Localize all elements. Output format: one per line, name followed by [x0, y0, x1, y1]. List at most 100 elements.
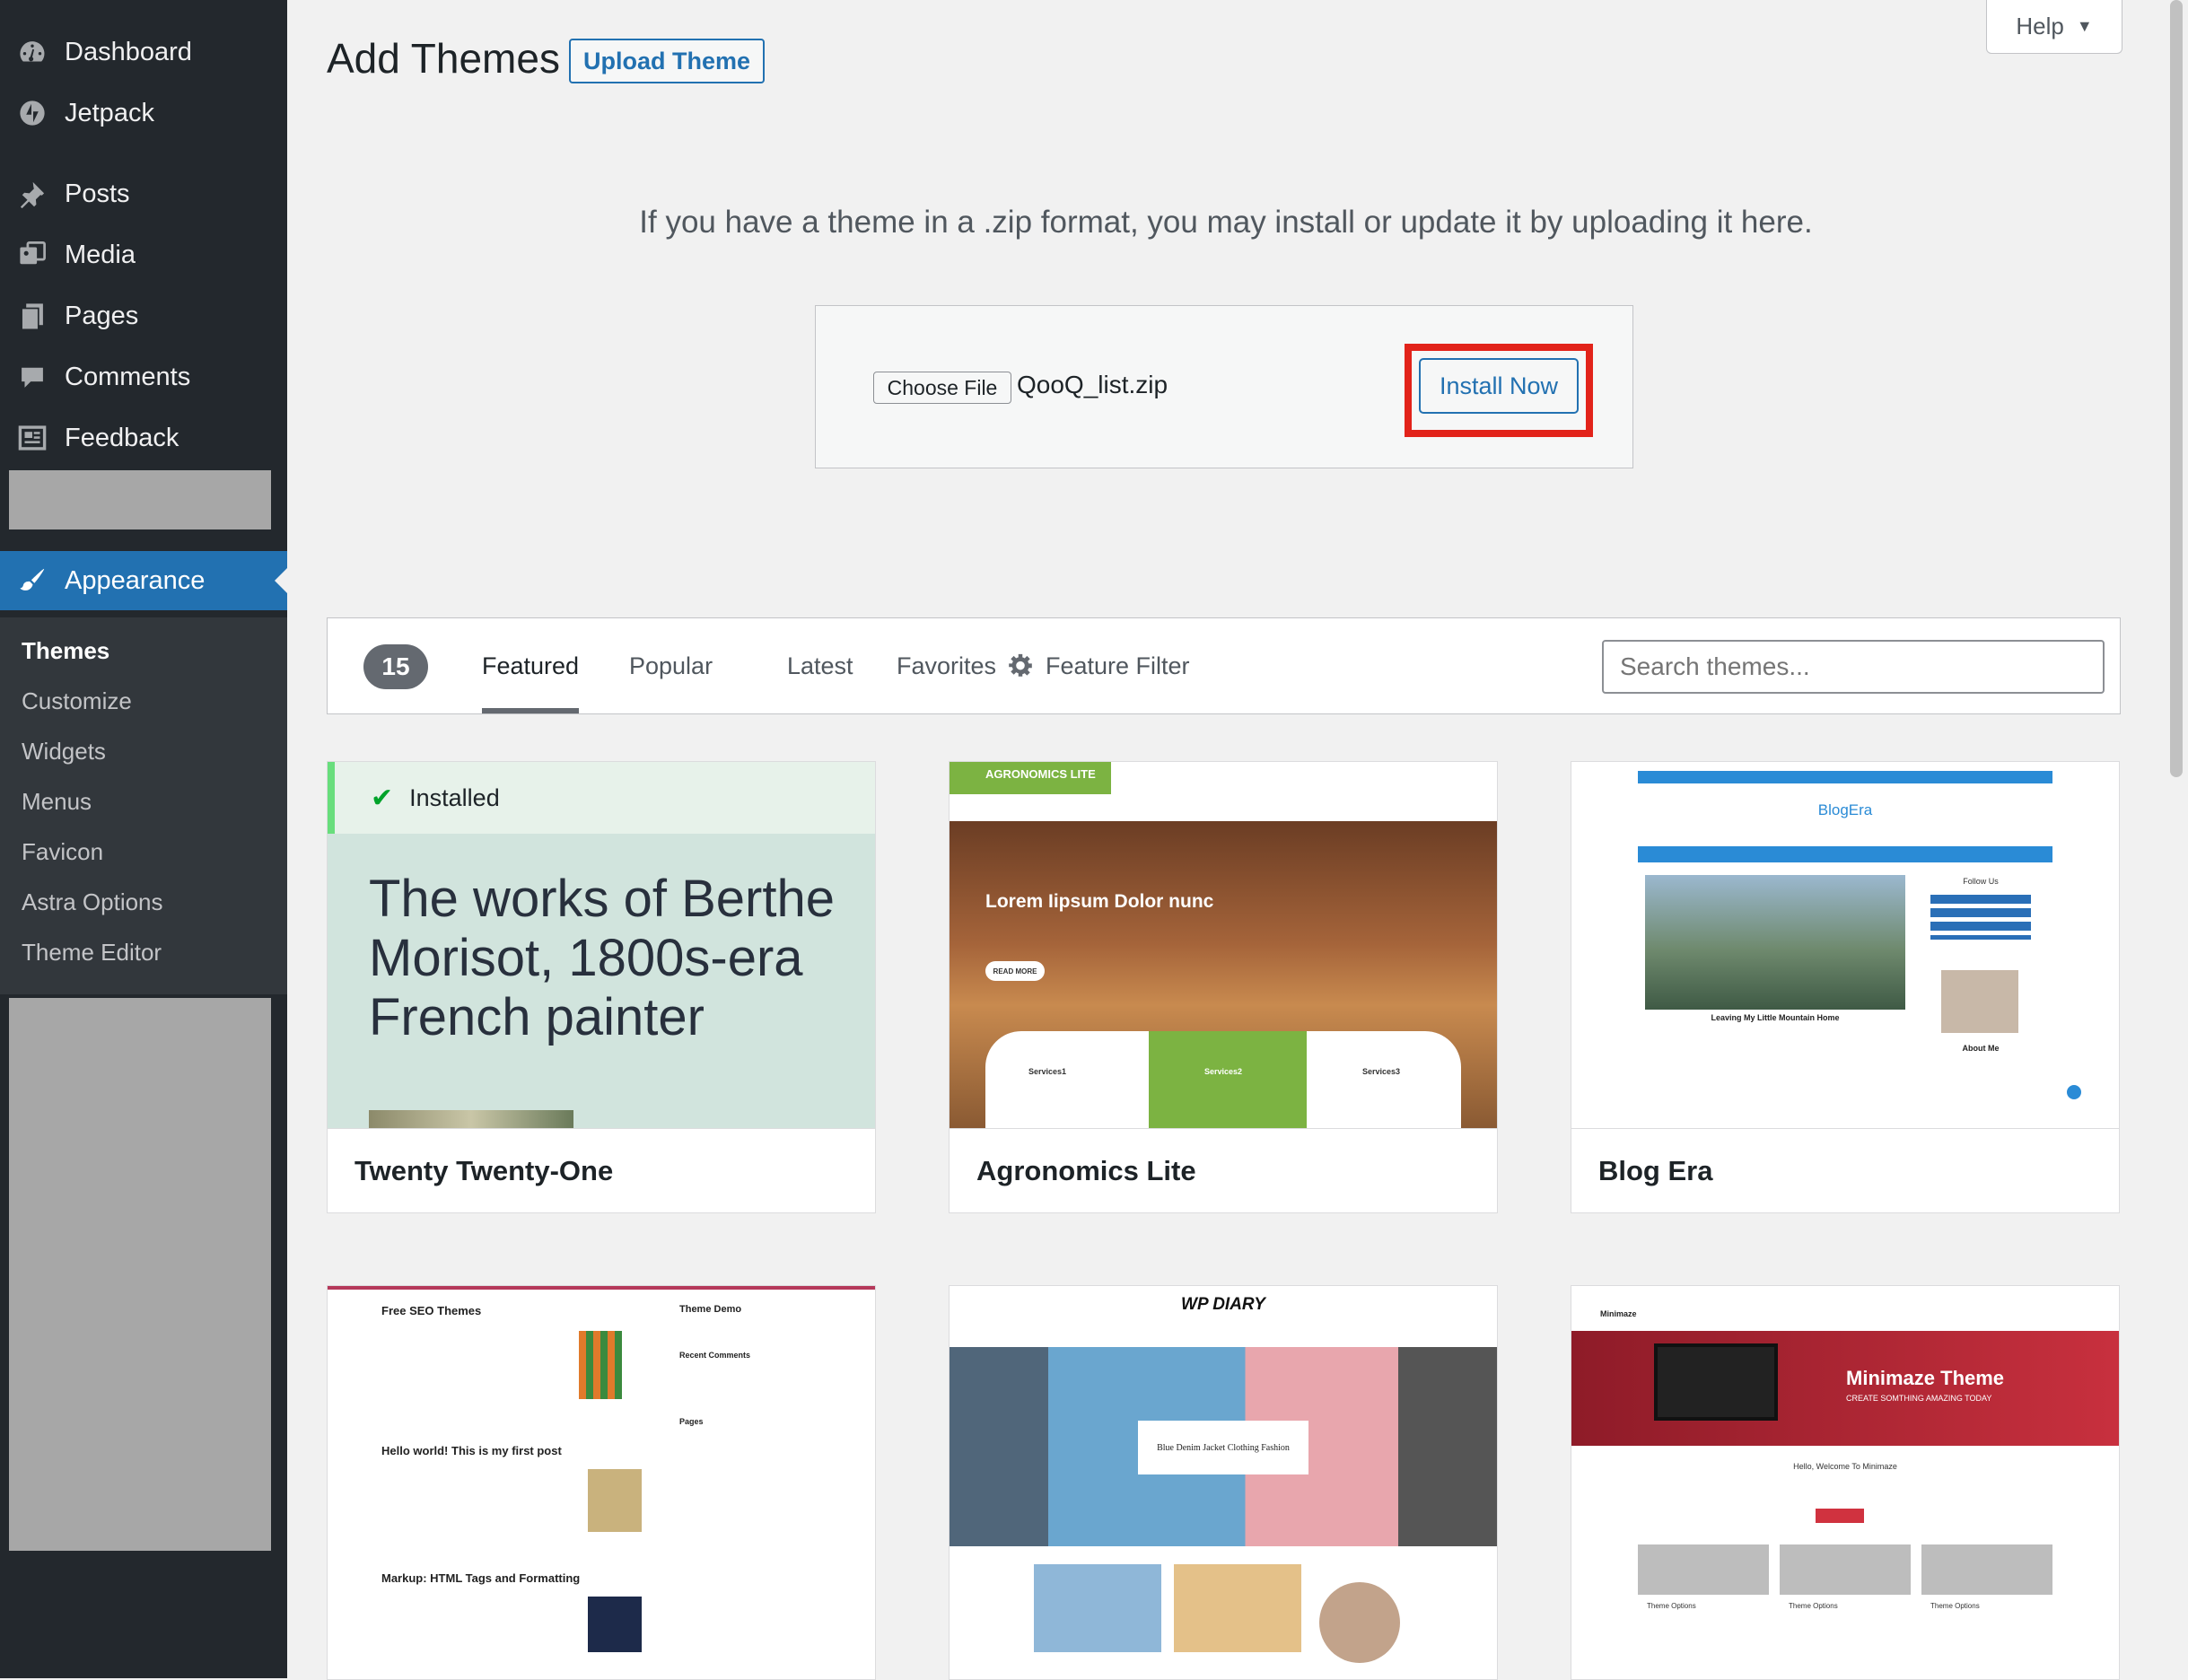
gear-icon[interactable] [1006, 651, 1035, 679]
sidebar-item-label: Appearance [65, 565, 206, 595]
theme-count-badge: 15 [363, 644, 428, 689]
search-themes-input[interactable] [1602, 640, 2105, 694]
install-now-button[interactable]: Install Now [1419, 358, 1579, 414]
theme-filter-bar: 15 Featured Popular Latest Favorites Fea… [327, 617, 2121, 714]
minimaze-hero-sub: CREATE SOMTHING AMAZING TODAY [1846, 1394, 1992, 1403]
redacted-block [9, 470, 271, 529]
caret-down-icon: ▼ [2076, 17, 2093, 35]
theme-card-wp-diary[interactable]: WP DIARY Blue Denim Jacket Clothing Fash… [949, 1285, 1498, 1680]
blogera-post-title: Leaving My Little Mountain Home [1711, 1013, 1840, 1022]
blogera-nav [1638, 846, 2052, 862]
tab-popular[interactable]: Popular [629, 652, 713, 680]
jetpack-icon [14, 95, 50, 131]
upload-description: If you have a theme in a .zip format, yo… [639, 205, 1813, 240]
agro-brand: AGRONOMICS LITE [950, 762, 1111, 794]
minimaze-option-image-3 [1921, 1544, 2052, 1595]
sidebar-item-posts[interactable]: Posts [0, 165, 287, 223]
blogera-post-image [1645, 875, 1905, 1010]
scrollbar-thumb[interactable] [2170, 0, 2183, 777]
theme-card-blog-era[interactable]: BlogEra Leaving My Little Mountain Home … [1571, 761, 2120, 1213]
theme-card-seo[interactable]: Free SEO Themes Hello world! This is my … [327, 1285, 876, 1680]
submenu-item-favicon[interactable]: Favicon [22, 838, 103, 866]
agro-read-more: READ MORE [985, 961, 1045, 981]
page-title: Add Themes [327, 35, 560, 82]
minimaze-option-2: Theme Options [1789, 1602, 1838, 1610]
choose-file-button[interactable]: Choose File [873, 372, 1011, 404]
sidebar-item-label: Feedback [65, 423, 179, 452]
painting-thumbnail [369, 1110, 573, 1128]
sidebar-item-comments[interactable]: Comments [0, 348, 287, 406]
seo-side-2: Recent Comments [679, 1351, 751, 1360]
comment-icon [14, 359, 50, 395]
minimaze-option-image-1 [1638, 1544, 1769, 1595]
seo-image-3 [588, 1597, 642, 1652]
upload-form: Choose File QooQ_list.zip Install Now [815, 305, 1633, 468]
help-label: Help [2016, 13, 2064, 39]
sidebar-item-feedback[interactable]: Feedback [0, 409, 287, 467]
feature-filter-button[interactable]: Feature Filter [1046, 652, 1190, 680]
minimaze-button [1816, 1509, 1864, 1523]
sidebar-item-dashboard[interactable]: Dashboard [0, 23, 287, 81]
upload-theme-button[interactable]: Upload Theme [569, 39, 765, 83]
seo-side-1: Theme Demo [679, 1304, 742, 1315]
submenu-item-menus[interactable]: Menus [22, 788, 92, 816]
theme-screenshot: BlogEra Leaving My Little Mountain Home … [1571, 762, 2119, 1128]
submenu-item-widgets[interactable]: Widgets [22, 738, 106, 766]
seo-side-3: Pages [679, 1417, 704, 1426]
sidebar-item-label: Pages [65, 301, 139, 330]
submenu-item-theme-editor[interactable]: Theme Editor [22, 939, 162, 967]
minimaze-option-1: Theme Options [1647, 1602, 1696, 1610]
tab-latest[interactable]: Latest [787, 652, 853, 680]
blogera-topbar [1638, 771, 2052, 783]
submenu-item-astra-options[interactable]: Astra Options [22, 888, 163, 916]
pages-icon [14, 298, 50, 334]
submenu-item-customize[interactable]: Customize [22, 687, 132, 715]
sidebar-item-label: Media [65, 240, 136, 269]
seo-post-1: Free SEO Themes [381, 1304, 482, 1317]
sidebar-item-media[interactable]: Media [0, 226, 287, 284]
seo-post-3: Markup: HTML Tags and Formatting [381, 1571, 581, 1585]
agro-service-highlight [1149, 1031, 1307, 1128]
minimaze-laptop [1654, 1343, 1778, 1421]
tab-favorites[interactable]: Favorites [897, 652, 996, 680]
theme-tagline: The works of Berthe Morisot, 1800s-era F… [369, 870, 835, 1046]
seo-image-2 [588, 1469, 642, 1532]
theme-screenshot: WP DIARY Blue Denim Jacket Clothing Fash… [950, 1286, 1497, 1679]
agro-service-2: Services2 [1204, 1067, 1243, 1076]
scroll-top-icon [2067, 1085, 2081, 1099]
blogera-about-me: About Me [1962, 1044, 2000, 1053]
blogera-follow-us: Follow Us [1963, 877, 1999, 886]
submenu-item-themes[interactable]: Themes [22, 637, 109, 665]
minimaze-option-image-2 [1780, 1544, 1911, 1595]
help-button[interactable]: Help ▼ [1986, 0, 2122, 54]
pin-icon [14, 176, 50, 212]
feedback-icon [14, 420, 50, 456]
sidebar-item-label: Comments [65, 362, 191, 391]
blogera-logo: BlogEra [1817, 801, 1873, 818]
sidebar-item-jetpack[interactable]: Jetpack [0, 84, 287, 142]
tab-featured[interactable]: Featured [482, 652, 579, 680]
blogera-social-buttons [1930, 895, 2031, 940]
installed-notice: ✔ Installed [328, 762, 875, 834]
wpdiary-logo: WP DIARY [1181, 1295, 1265, 1314]
selected-file-name: QooQ_list.zip [1017, 371, 1168, 398]
current-menu-arrow [275, 568, 287, 593]
main-content: Add Themes Upload Theme Help ▼ If you hav… [287, 0, 2165, 1680]
theme-card-minimaze[interactable]: Minimaze Minimaze Theme CREATE SOMTHING … [1571, 1285, 2120, 1680]
theme-card-agronomics-lite[interactable]: AGRONOMICS LITE Lorem Iipsum Dolor nunc … [949, 761, 1498, 1213]
theme-screenshot: Minimaze Minimaze Theme CREATE SOMTHING … [1571, 1286, 2119, 1679]
redacted-block [9, 998, 271, 1551]
agro-service-1: Services1 [1028, 1067, 1067, 1076]
sidebar-item-label: Dashboard [65, 37, 192, 66]
sidebar-item-appearance[interactable]: Appearance [0, 551, 287, 610]
theme-card-twenty-twenty-one[interactable]: ✔ Installed The works of Berthe Morisot,… [327, 761, 876, 1213]
theme-name: Agronomics Lite [950, 1128, 1497, 1212]
page-scrollbar[interactable] [2165, 0, 2188, 1678]
blogera-about-photo [1941, 970, 2018, 1033]
dashboard-icon [14, 34, 50, 70]
sidebar-item-pages[interactable]: Pages [0, 287, 287, 345]
minimaze-welcome: Hello, Welcome To Minimaze [1793, 1462, 1897, 1471]
paintbrush-icon [14, 563, 50, 599]
agro-service-3: Services3 [1362, 1067, 1401, 1076]
wpdiary-hero-title: Blue Denim Jacket Clothing Fashion [1138, 1421, 1308, 1474]
